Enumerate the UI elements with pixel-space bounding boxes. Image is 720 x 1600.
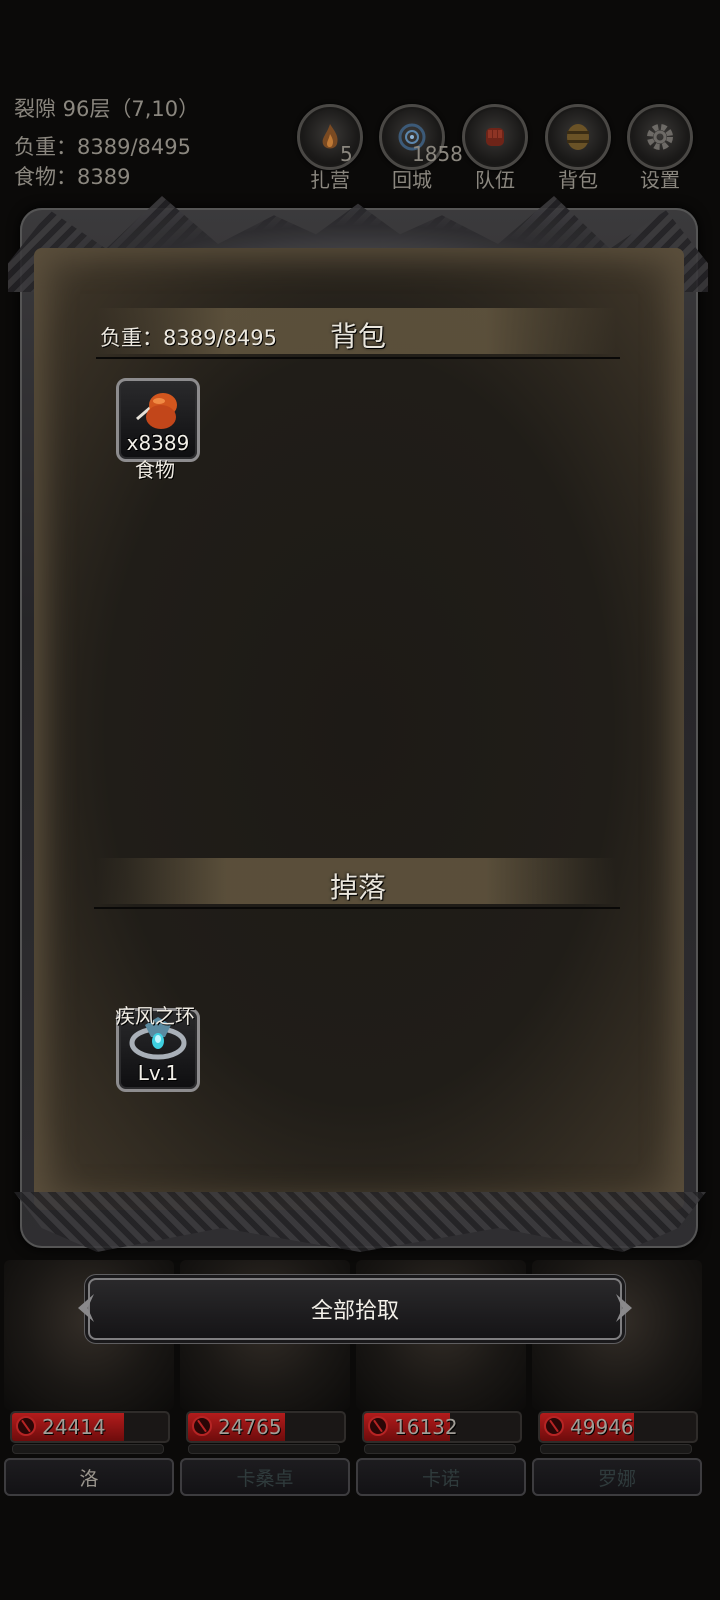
hero-name-1[interactable]: 洛 xyxy=(4,1458,174,1496)
pickup-all-button[interactable]: 全部拾取 xyxy=(88,1278,622,1340)
food-name: 食物 xyxy=(135,458,175,482)
food-count: x8389 xyxy=(126,431,190,455)
hero-hp-bar-4: 49946 xyxy=(538,1411,698,1443)
food-text: 食物：8389 xyxy=(14,165,131,189)
hero-name-3[interactable]: 卡诺 xyxy=(356,1458,526,1496)
hero-name-4[interactable]: 罗娜 xyxy=(532,1458,702,1496)
settings-button[interactable]: 设置 xyxy=(626,104,694,192)
hero-energy-bar-1 xyxy=(12,1444,164,1454)
ring-level: Lv.1 xyxy=(137,1061,179,1085)
drops-header-divider xyxy=(94,907,620,909)
camp-count-badge: 5 xyxy=(340,142,353,166)
hero-energy-bar-4 xyxy=(540,1444,692,1454)
town-count-badge: 1858 xyxy=(412,142,463,166)
bag-button[interactable]: 背包 xyxy=(544,104,612,192)
barrel-icon xyxy=(545,104,611,170)
drops-title: 掉落 xyxy=(330,871,387,904)
frame-ornament-bottom xyxy=(14,1192,706,1252)
hero-energy-bar-2 xyxy=(188,1444,340,1454)
team-button[interactable]: 队伍 xyxy=(461,104,529,192)
hero-name-2[interactable]: 卡桑卓 xyxy=(180,1458,350,1496)
backpack-header-divider xyxy=(96,357,620,359)
hero-hp-bar-2: 24765 xyxy=(186,1411,346,1443)
hp-icon xyxy=(192,1416,212,1436)
ring-name: 疾风之环 xyxy=(115,1004,195,1028)
gear-icon xyxy=(627,104,693,170)
location-text: 裂隙 96层（7,10） xyxy=(14,97,200,121)
hp-icon xyxy=(544,1416,564,1436)
hero-hp-bar-1: 24414 xyxy=(10,1411,170,1443)
hp-icon xyxy=(16,1416,36,1436)
hero-energy-bar-3 xyxy=(364,1444,516,1454)
hero-hp-value: 49946 xyxy=(570,1415,634,1439)
fist-icon xyxy=(462,104,528,170)
return-town-button[interactable]: 1858 回城 xyxy=(378,104,463,192)
hp-icon xyxy=(368,1416,388,1436)
backpack-weight: 负重：8389/8495 xyxy=(100,326,277,350)
meat-icon xyxy=(136,393,177,429)
backpack-item-food[interactable]: x8389 xyxy=(116,378,200,462)
hero-hp-bar-3: 16132 xyxy=(362,1411,522,1443)
hero-hp-value: 24765 xyxy=(218,1415,282,1439)
hero-hp-value: 16132 xyxy=(394,1415,458,1439)
hero-hp-value: 24414 xyxy=(42,1415,106,1439)
camp-button[interactable]: 5 扎营 xyxy=(296,104,364,192)
weight-text: 负重：8389/8495 xyxy=(14,135,191,159)
campfire-icon xyxy=(297,104,363,170)
backpack-title: 背包 xyxy=(330,320,387,353)
